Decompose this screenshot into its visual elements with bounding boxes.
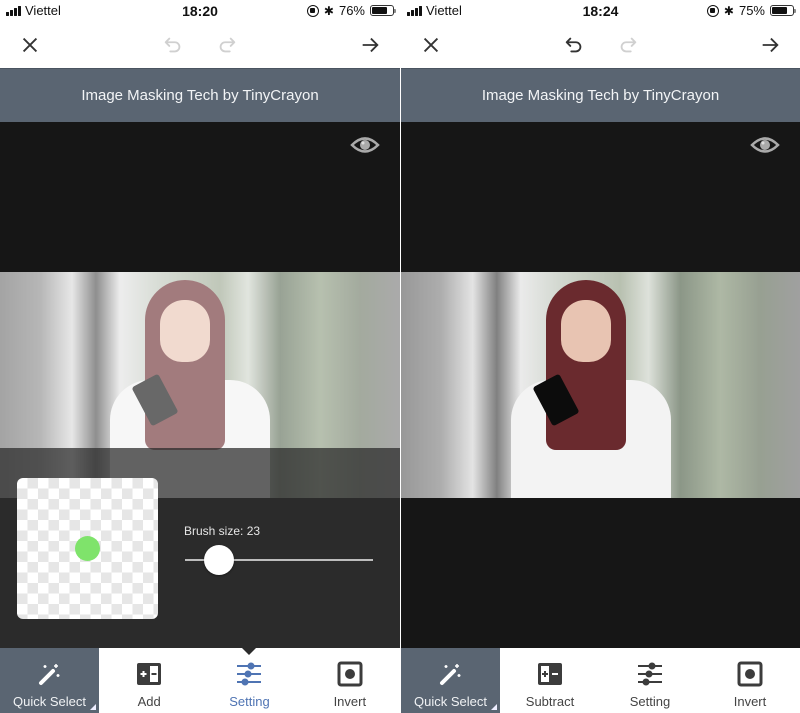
brush-dot [75, 536, 100, 561]
app-title: Image Masking Tech by TinyCrayon [481, 87, 720, 104]
brush-preview [17, 478, 158, 619]
redo-button[interactable] [615, 32, 641, 58]
app-title-bar: Image Masking Tech by TinyCrayon [0, 68, 400, 122]
tool-label: Invert [333, 694, 367, 709]
undo-button[interactable] [561, 32, 587, 58]
tool-invert[interactable]: Invert [700, 648, 800, 713]
tool-invert[interactable]: Invert [300, 648, 400, 713]
tool-setting[interactable]: Setting [600, 648, 700, 713]
nav-bar [401, 22, 800, 68]
app-title: Image Masking Tech by TinyCrayon [81, 87, 319, 104]
brush-size-label: Brush size: 23 [184, 524, 261, 538]
tool-quick-select[interactable]: Quick Select [401, 648, 500, 713]
rotation-lock-icon [706, 4, 719, 17]
add-subtract-icon [137, 663, 162, 685]
close-icon [22, 37, 38, 53]
preview-toggle-button[interactable] [750, 134, 780, 156]
bluetooth-icon: ✱ [323, 3, 334, 18]
status-right: ✱ 76% [306, 3, 396, 18]
bluetooth-icon: ✱ [723, 3, 734, 18]
next-button[interactable] [757, 32, 783, 58]
nav-bar [0, 22, 400, 68]
screen-right: Viettel 18:24 ✱ 75% Image Masking Tech b… [401, 0, 800, 713]
add-subtract-icon [538, 663, 562, 685]
next-button[interactable] [357, 32, 383, 58]
invert-icon [737, 661, 763, 687]
redo-icon [219, 37, 236, 53]
battery-icon [370, 5, 396, 16]
battery-icon [770, 5, 796, 16]
battery-percent: 76% [338, 3, 365, 18]
tool-add[interactable]: Add [99, 648, 199, 713]
status-bar: Viettel 18:20 ✱ 76% [0, 0, 400, 22]
tool-label: Setting [629, 694, 671, 709]
tool-label: Quick Select [13, 694, 86, 709]
corner-indicator-icon [90, 704, 96, 710]
active-pointer [242, 648, 257, 655]
tool-label: Quick Select [414, 694, 487, 709]
magic-wand-icon [38, 664, 59, 685]
close-button[interactable] [418, 32, 444, 58]
slider-thumb[interactable] [203, 545, 234, 575]
close-icon [423, 37, 439, 53]
arrow-right-icon [362, 37, 379, 53]
redo-icon [620, 37, 637, 53]
tool-label: Setting [229, 694, 270, 709]
sliders-icon [638, 662, 662, 686]
eye-icon [350, 137, 380, 153]
tool-subtract[interactable]: Subtract [500, 648, 600, 713]
rotation-lock-icon [306, 4, 319, 17]
tool-label: Invert [733, 694, 767, 709]
bottom-toolbar: Quick Select Add Setting Invert [0, 648, 400, 713]
tool-label: Add [137, 694, 161, 709]
screen-left: Viettel 18:20 ✱ 76% Image Masking Tech b… [0, 0, 400, 713]
tool-setting[interactable]: Setting [199, 648, 299, 713]
sliders-icon [237, 662, 262, 686]
corner-indicator-icon [491, 704, 497, 710]
magic-wand-icon [439, 664, 460, 685]
status-bar: Viettel 18:24 ✱ 75% [401, 0, 800, 22]
brush-size-slider[interactable] [185, 545, 373, 575]
undo-icon [565, 37, 582, 53]
tool-label: Subtract [525, 694, 575, 709]
bottom-toolbar: Quick Select Subtract Setting Invert [401, 648, 800, 713]
selected-subject [511, 280, 671, 498]
arrow-right-icon [762, 37, 779, 53]
app-title-bar: Image Masking Tech by TinyCrayon [401, 68, 800, 122]
undo-button[interactable] [160, 32, 186, 58]
photo[interactable] [401, 272, 800, 498]
close-button[interactable] [17, 32, 43, 58]
redo-button[interactable] [214, 32, 240, 58]
tool-quick-select[interactable]: Quick Select [0, 648, 99, 713]
status-right: ✱ 75% [706, 3, 796, 18]
undo-icon [164, 37, 181, 53]
image-canvas[interactable] [401, 122, 800, 648]
preview-toggle-button[interactable] [350, 134, 380, 156]
eye-icon [750, 137, 780, 153]
invert-icon [337, 661, 363, 687]
battery-percent: 75% [738, 3, 765, 18]
